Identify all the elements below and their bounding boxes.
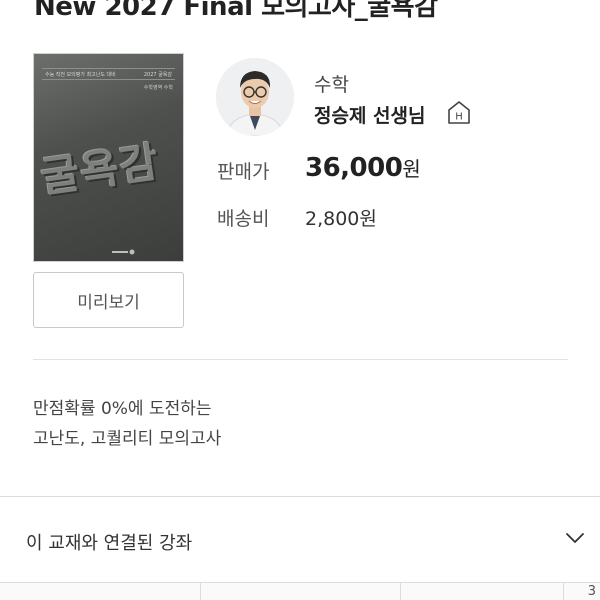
shipping-value: 2,800원 xyxy=(305,208,377,230)
book-cover-image[interactable]: 수능 직전 모의평가 최고난도 대비 2027 굴욕감 수학영역 수학 굴욕감 xyxy=(33,53,184,262)
price-value: 36,000원 xyxy=(305,153,421,183)
price-label: 판매가 xyxy=(217,161,270,183)
teacher-name[interactable]: 정승제 선생님 xyxy=(314,101,426,128)
bottom-counter[interactable]: 3 xyxy=(563,583,600,600)
teacher-subject: 수학 xyxy=(314,74,349,96)
home-badge-letter: H xyxy=(455,112,463,123)
cover-header: 수능 직전 모의평가 최고난도 대비 2027 굴욕감 xyxy=(42,68,175,80)
connected-lectures-label: 이 교재와 연결된 강좌 xyxy=(26,533,193,554)
bottom-tab-strip: 3 xyxy=(0,582,600,600)
description-line-2: 고난도, 고퀄리티 모의고사 xyxy=(33,429,222,449)
cover-header-left: 수능 직전 모의평가 최고난도 대비 xyxy=(45,71,116,78)
price-amount: 36,000 xyxy=(305,153,403,183)
section-divider xyxy=(33,359,568,360)
connected-lectures-toggle[interactable]: 이 교재와 연결된 강좌 xyxy=(0,497,600,581)
description-line-1: 만점확률 0%에 도전하는 xyxy=(33,399,212,419)
cover-publisher-logo xyxy=(112,248,136,258)
cover-header-right: 2027 굴욕감 xyxy=(143,71,172,78)
strip-divider xyxy=(200,583,201,600)
cover-subtitle: 수학영역 수학 xyxy=(143,85,173,91)
product-title: New 2027 Final 모의고사_굴욕감 xyxy=(34,0,438,22)
shipping-label: 배송비 xyxy=(217,208,270,230)
chevron-down-icon[interactable] xyxy=(565,530,585,549)
bottom-counter-number: 3 xyxy=(587,584,596,599)
price-unit: 원 xyxy=(402,157,421,181)
teacher-home-icon[interactable]: H xyxy=(446,99,472,129)
cover-big-title: 굴욕감 xyxy=(37,136,163,203)
teacher-avatar[interactable] xyxy=(216,58,294,136)
strip-divider xyxy=(400,583,401,600)
preview-button[interactable]: 미리보기 xyxy=(33,272,184,328)
